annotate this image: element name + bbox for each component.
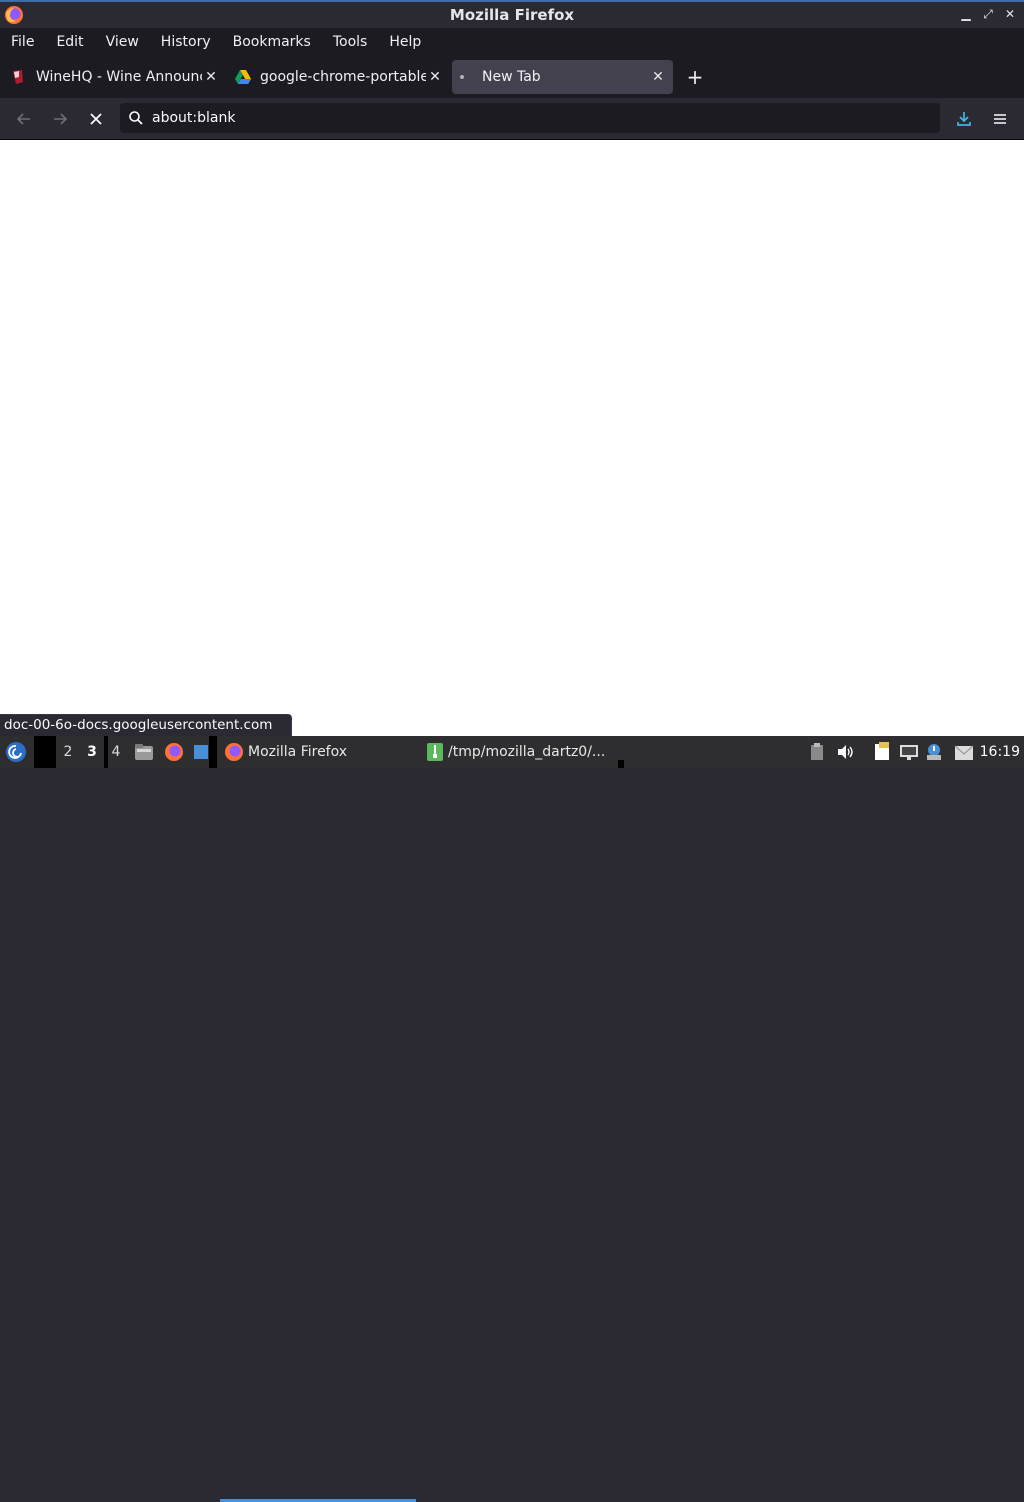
- menu-bookmarks[interactable]: Bookmarks: [222, 34, 322, 50]
- speaker-icon: [838, 745, 853, 759]
- workspace-1[interactable]: [34, 736, 56, 768]
- stop-x-icon: [90, 113, 102, 125]
- menu-tools[interactable]: Tools: [322, 34, 379, 50]
- window-icon: [194, 745, 208, 759]
- firefox-icon: [165, 743, 183, 761]
- notes-icon: [875, 742, 889, 760]
- stop-button[interactable]: [84, 107, 108, 131]
- start-menu-button[interactable]: [4, 736, 28, 768]
- mail-tray[interactable]: [952, 736, 976, 768]
- tab-close-icon[interactable]: ✕: [426, 68, 444, 86]
- menu-file[interactable]: File: [0, 34, 45, 50]
- launcher-divider: [209, 736, 217, 768]
- editor-launcher[interactable]: [191, 736, 211, 768]
- volume-tray[interactable]: [836, 736, 856, 768]
- search-icon: [129, 111, 143, 125]
- menu-bar: File Edit View History Bookmarks Tools H…: [0, 28, 1024, 56]
- new-tab-plus-icon[interactable]: +: [684, 65, 706, 89]
- tab-new-tab[interactable]: New Tab ✕: [452, 60, 673, 94]
- page-content[interactable]: [0, 140, 1024, 736]
- network-tray[interactable]: [898, 736, 920, 768]
- mail-icon: [954, 745, 974, 760]
- navigation-toolbar: about:blank: [0, 98, 1024, 140]
- file-manager-launcher[interactable]: [133, 736, 155, 768]
- hamburger-menu-icon: [994, 114, 1006, 124]
- url-text[interactable]: about:blank: [152, 110, 235, 126]
- tab-label: google-chrome-portable-: [260, 69, 426, 85]
- workspace-4[interactable]: 4: [106, 736, 126, 768]
- google-drive-favicon-icon: [235, 70, 251, 84]
- clock[interactable]: 16:19: [980, 736, 1020, 768]
- downloads-button[interactable]: [952, 107, 976, 131]
- folder-icon: [135, 744, 153, 760]
- maximize-icon[interactable]: ⤢: [980, 6, 996, 22]
- archive-icon: [427, 743, 443, 761]
- tab-winehq[interactable]: WineHQ - Wine Announce ✕: [4, 60, 220, 94]
- firefox-icon: [225, 743, 243, 761]
- task-label: Mozilla Firefox: [248, 744, 348, 760]
- notes-tray[interactable]: [872, 736, 894, 768]
- menu-help[interactable]: Help: [378, 34, 432, 50]
- status-link-preview: doc-00-6o-docs.googleusercontent.com: [0, 714, 292, 736]
- loading-dot-icon: [460, 75, 464, 79]
- winehq-favicon-icon: [13, 70, 23, 84]
- forward-button[interactable]: [48, 107, 72, 131]
- window-titlebar: Mozilla Firefox ▁ ⤢ ✕: [0, 0, 1024, 28]
- info-icon: [927, 744, 941, 760]
- download-icon: [957, 112, 971, 126]
- task-archive[interactable]: /tmp/mozilla_dartz0/...: [426, 736, 626, 768]
- tab-google-drive[interactable]: google-chrome-portable- ✕: [228, 60, 444, 94]
- clipboard-tray[interactable]: [808, 736, 826, 768]
- back-button[interactable]: [12, 107, 36, 131]
- workspace-2[interactable]: 2: [58, 736, 78, 768]
- network-icon: [900, 745, 918, 760]
- clipboard-icon: [811, 743, 823, 760]
- task-divider: [618, 760, 624, 768]
- system-taskbar: 2 3 4 Mozilla Firefox /tmp/mozilla_dartz…: [0, 736, 1024, 1502]
- tab-label: WineHQ - Wine Announce: [36, 69, 202, 85]
- close-icon[interactable]: ✕: [1002, 6, 1018, 22]
- menu-history[interactable]: History: [150, 34, 222, 50]
- task-firefox[interactable]: Mozilla Firefox: [224, 736, 416, 768]
- tab-close-icon[interactable]: ✕: [202, 68, 220, 86]
- tab-strip: WineHQ - Wine Announce ✕ google-chrome-p…: [0, 56, 1024, 98]
- menu-edit[interactable]: Edit: [45, 34, 94, 50]
- app-menu-button[interactable]: [988, 107, 1012, 131]
- forward-arrow-icon: [54, 113, 68, 125]
- workspace-3[interactable]: 3: [82, 736, 102, 768]
- tab-label: New Tab: [482, 69, 541, 85]
- url-bar[interactable]: about:blank: [120, 103, 940, 133]
- task-label: /tmp/mozilla_dartz0/...: [448, 744, 606, 760]
- updates-tray[interactable]: [924, 736, 944, 768]
- back-arrow-icon: [16, 113, 30, 125]
- tab-close-icon[interactable]: ✕: [649, 68, 667, 86]
- minimize-icon[interactable]: ▁: [958, 6, 974, 22]
- debian-swirl-icon: [6, 742, 26, 762]
- firefox-launcher[interactable]: [163, 736, 185, 768]
- menu-view[interactable]: View: [95, 34, 150, 50]
- window-title: Mozilla Firefox: [449, 6, 575, 24]
